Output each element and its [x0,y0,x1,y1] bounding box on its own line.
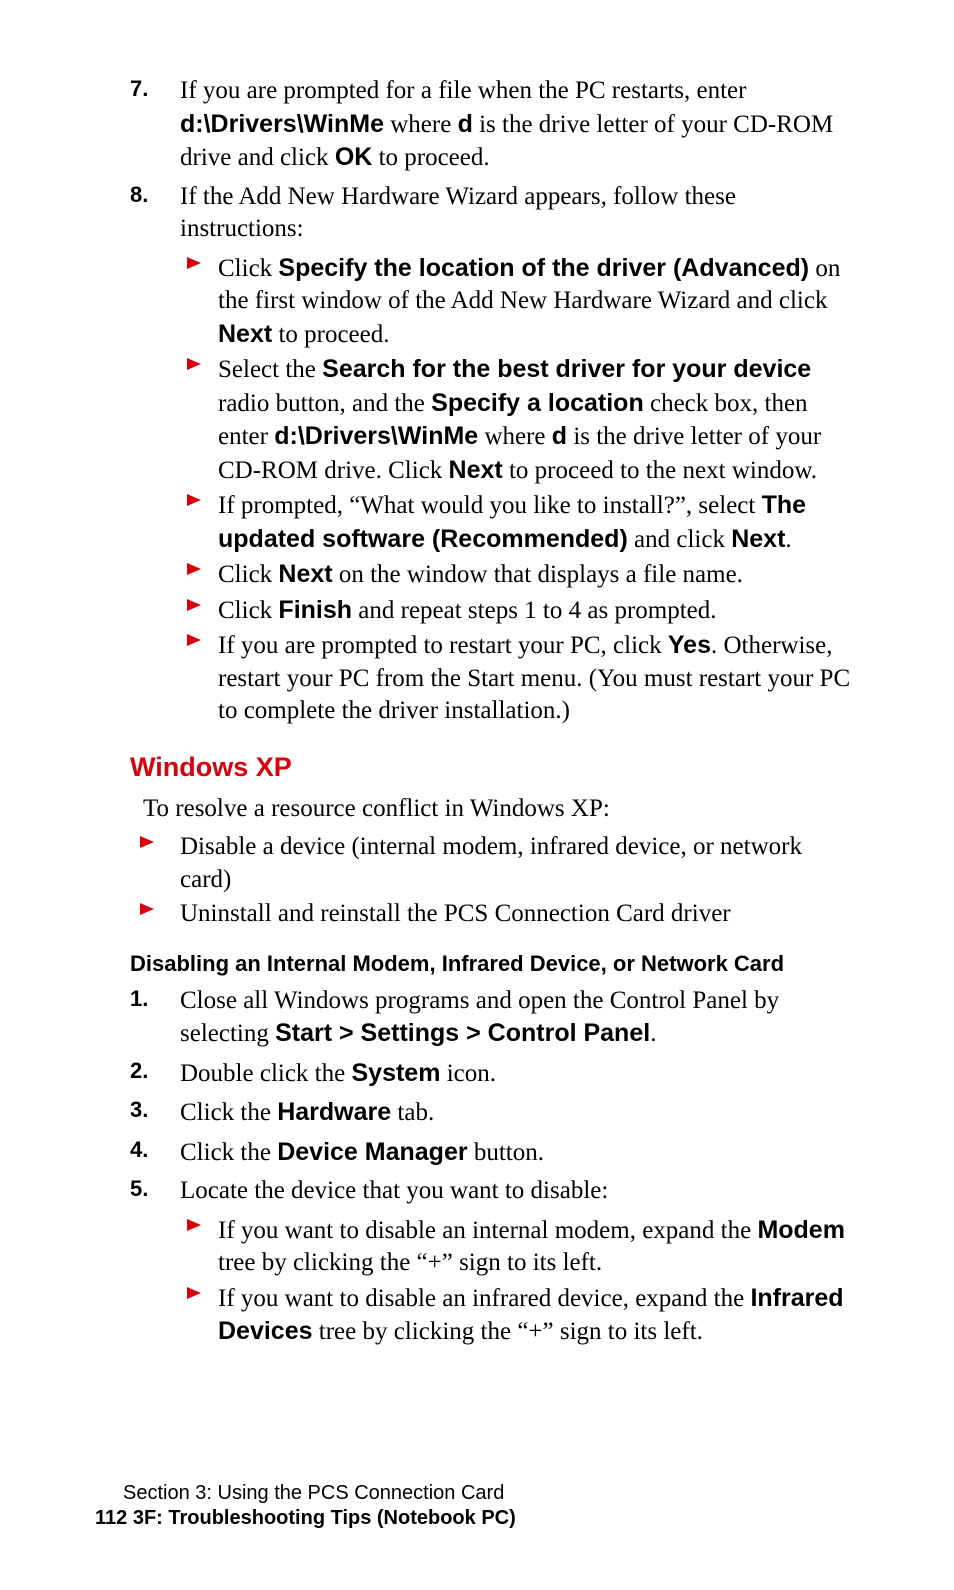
arrow-icon [187,1219,201,1231]
bold-text: Yes [668,631,711,659]
step-1: 1. Close all Windows programs and open t… [95,985,859,1051]
arrow-icon [187,257,201,269]
sub-bullet: If you want to disable an internal modem… [95,1214,859,1280]
sub-bullet: Click Next on the window that displays a… [95,558,859,592]
text: tab. [391,1099,434,1126]
footer-section: Section 3: Using the PCS Connection Card [123,1482,516,1505]
step-number: 4. [130,1136,148,1165]
bold-text: System [351,1059,440,1087]
bold-text: d [458,110,473,138]
bold-text: OK [335,143,373,171]
step-number: 1. [130,985,148,1014]
step-number: 2. [130,1057,148,1086]
sub-bullet: Click Finish and repeat steps 1 to 4 as … [95,594,859,628]
text: on the window that displays a file name. [333,561,743,588]
document-page: 7. If you are prompted for a file when t… [0,0,954,1590]
bold-text: Next [218,320,272,348]
sub-bullet: Click Specify the location of the driver… [95,252,859,352]
text: Click the [180,1099,277,1126]
text: to proceed to the next window. [503,457,817,484]
step-5: 5. Locate the device that you want to di… [95,1175,859,1208]
text: . [650,1020,656,1047]
step-number: 7. [130,75,148,104]
text: Double click the [180,1060,351,1087]
step-number: 5. [130,1175,148,1204]
text: Click [218,597,278,624]
bold-text: Next [449,456,503,484]
footer-page: 112 3F: Troubleshooting Tips (Notebook P… [95,1507,516,1530]
text: radio button, and the [218,390,431,417]
text: where [384,111,458,138]
arrow-icon [187,599,201,611]
text: Disable a device (internal modem, infrar… [180,833,802,893]
arrow-icon [140,903,154,915]
text: to proceed. [372,144,489,171]
bold-text: Next [731,525,785,553]
sub-bullet: If prompted, “What would you like to ins… [95,489,859,556]
bold-text: Search for the best driver for your devi… [322,355,811,383]
bold-text: Finish [278,596,352,624]
text: Locate the device that you want to disab… [180,1177,608,1204]
bold-text: d:\Drivers\WinMe [274,422,478,450]
bold-text: Modem [757,1216,845,1244]
text: If you are prompted for a file when the … [180,77,746,104]
step-4: 4. Click the Device Manager button. [95,1136,859,1170]
text: and repeat steps 1 to 4 as prompted. [352,597,717,624]
sub-bullet: If you want to disable an infrared devic… [95,1282,859,1349]
text: . [785,526,791,553]
sub-bullet: If you are prompted to restart your PC, … [95,629,859,728]
paragraph: To resolve a resource conflict in Window… [95,793,859,826]
text: and click [628,526,731,553]
heading-disabling: Disabling an Internal Modem, Infrared De… [95,951,859,977]
bold-text: Device Manager [277,1138,467,1166]
text: If prompted, “What would you like to ins… [218,492,762,519]
bold-text: Specify a location [431,389,644,417]
text: If you are prompted to restart your PC, … [218,632,668,659]
step-8: 8. If the Add New Hardware Wizard appear… [95,181,859,246]
bullet: Disable a device (internal modem, infrar… [95,831,859,896]
arrow-icon [187,358,201,370]
arrow-icon [187,563,201,575]
text: Click the [180,1139,277,1166]
bold-text: Start > Settings > Control Panel [275,1019,650,1047]
text: icon. [440,1060,496,1087]
step-number: 8. [130,181,148,210]
arrow-icon [187,1287,201,1299]
text: Uninstall and reinstall the PCS Connecti… [180,900,731,927]
text: If you want to disable an internal modem… [218,1217,757,1244]
text: If the Add New Hardware Wizard appears, … [180,183,736,243]
sub-bullet: Select the Search for the best driver fo… [95,353,859,487]
step-7: 7. If you are prompted for a file when t… [95,75,859,175]
text: Select the [218,356,322,383]
page-footer: Section 3: Using the PCS Connection Card… [95,1482,516,1530]
text: tree by clicking the “+” sign to its lef… [218,1249,602,1276]
arrow-icon [140,836,154,848]
text: tree by clicking the “+” sign to its lef… [313,1318,703,1345]
text: to proceed. [272,321,389,348]
step-3: 3. Click the Hardware tab. [95,1096,859,1130]
bold-text: Specify the location of the driver (Adva… [278,254,809,282]
text: Click [218,255,278,282]
heading-windows-xp: Windows XP [95,752,859,783]
arrow-icon [187,634,201,646]
text: If you want to disable an infrared devic… [218,1285,750,1312]
step-number: 3. [130,1096,148,1125]
bold-text: d:\Drivers\WinMe [180,110,384,138]
step-2: 2. Double click the System icon. [95,1057,859,1091]
bullet: Uninstall and reinstall the PCS Connecti… [95,898,859,931]
arrow-icon [187,494,201,506]
bold-text: Hardware [277,1098,391,1126]
bold-text: Next [278,560,332,588]
text: button. [468,1139,544,1166]
text: where [478,423,552,450]
bold-text: d [552,422,567,450]
text: Click [218,561,278,588]
